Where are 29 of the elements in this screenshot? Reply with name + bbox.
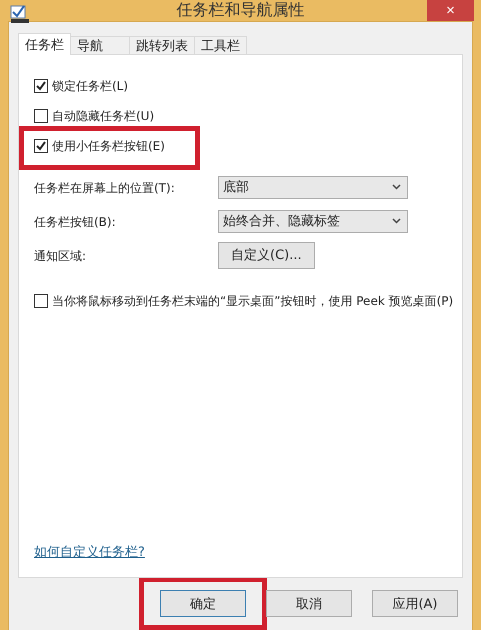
checkbox-label: 使用小任务栏按钮(E): [52, 138, 165, 154]
dropdown[interactable]: 底部: [218, 176, 408, 198]
tab[interactable]: 任务栏: [18, 33, 71, 55]
checkbox-app-icon: [10, 4, 30, 24]
close-button[interactable]: ×: [427, 0, 474, 21]
help-link[interactable]: 如何自定义任务栏?: [34, 543, 145, 561]
tab[interactable]: 工具栏: [194, 36, 247, 55]
checkbox[interactable]: [34, 139, 48, 153]
checkbox-label: 锁定任务栏(L): [52, 78, 128, 94]
field-label: 通知区域:: [34, 249, 86, 263]
chevron-icon: [392, 184, 401, 190]
tab[interactable]: 导航: [70, 36, 130, 55]
check-icon: [36, 141, 46, 151]
checkbox[interactable]: [34, 294, 48, 308]
chevron-icon: [392, 218, 401, 224]
checkbox[interactable]: [34, 79, 48, 93]
tab[interactable]: 跳转列表: [129, 36, 195, 55]
customize-button[interactable]: 自定义(C)...: [218, 242, 315, 268]
checkbox[interactable]: [34, 109, 48, 123]
field-label: 任务栏在屏幕上的位置(T):: [34, 181, 175, 195]
checkbox-label: 当你将鼠标移动到任务栏末端的“显示桌面”按钮时，使用 Peek 预览桌面(P): [52, 292, 454, 310]
dialog-button[interactable]: 确定: [160, 590, 246, 617]
dropdown[interactable]: 始终合并、隐藏标签: [218, 210, 408, 232]
dialog-button[interactable]: 应用(A): [372, 590, 458, 617]
window-title: 任务栏和导航属性: [176, 0, 304, 21]
checkbox-label: 自动隐藏任务栏(U): [52, 108, 154, 124]
check-icon: [36, 81, 46, 91]
field-label: 任务栏按钮(B):: [34, 215, 116, 229]
dialog-button[interactable]: 取消: [266, 590, 352, 617]
